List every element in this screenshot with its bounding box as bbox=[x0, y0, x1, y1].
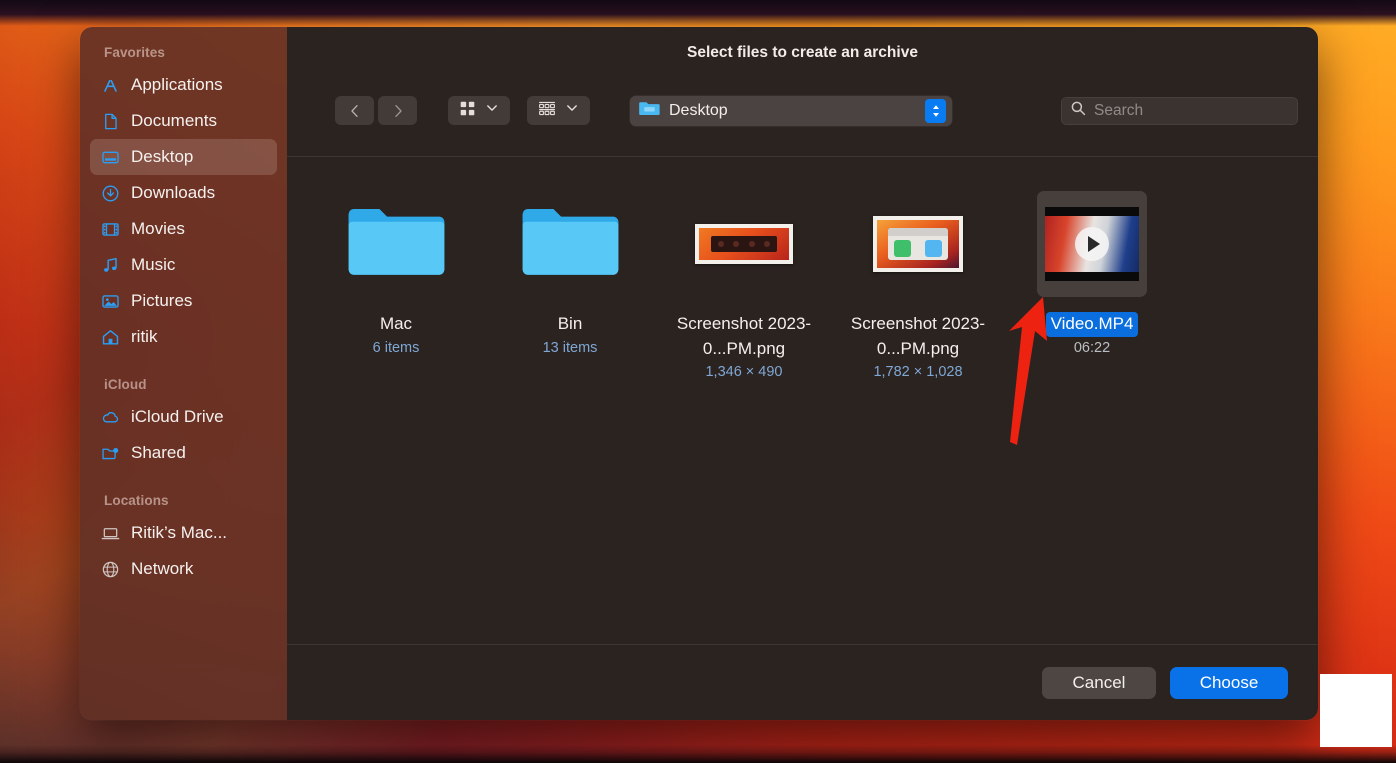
file-item-video[interactable]: Video.MP4 06:22 bbox=[1005, 185, 1179, 380]
file-thumbnail bbox=[657, 185, 831, 303]
document-icon bbox=[101, 112, 120, 131]
search-placeholder: Search bbox=[1094, 101, 1144, 119]
sidebar-item-music[interactable]: Music bbox=[90, 247, 277, 283]
view-options-button[interactable] bbox=[448, 96, 510, 125]
sidebar-item-label: Pictures bbox=[131, 291, 193, 310]
file-grid: Mac 6 items Bin 13 items Screenshot 2023… bbox=[287, 185, 1318, 380]
file-thumbnail bbox=[831, 185, 1005, 303]
sidebar-item-documents[interactable]: Documents bbox=[90, 103, 277, 139]
chevron-left-icon bbox=[347, 103, 363, 119]
file-picker-dialog: Favorites Applications Documents Desktop… bbox=[80, 27, 1318, 720]
file-item-screenshot-1[interactable]: Screenshot 2023-0...PM.png 1,346 × 490 bbox=[657, 185, 831, 380]
group-by-icon bbox=[538, 100, 556, 122]
dialog-footer: Cancel Choose bbox=[287, 644, 1318, 720]
folder-icon bbox=[348, 208, 444, 275]
chevron-down-icon bbox=[565, 101, 579, 120]
shared-folder-icon bbox=[101, 444, 120, 463]
cloud-icon bbox=[101, 408, 120, 427]
file-thumbnail bbox=[1005, 185, 1179, 303]
sidebar-section-locations: Locations bbox=[104, 493, 169, 508]
file-meta: 1,782 × 1,028 bbox=[873, 364, 963, 381]
sidebar-item-downloads[interactable]: Downloads bbox=[90, 175, 277, 211]
search-icon bbox=[1070, 100, 1086, 121]
sidebar-item-network[interactable]: Network bbox=[90, 551, 277, 587]
sidebar-item-ritiks-mac[interactable]: Ritik’s Mac... bbox=[90, 515, 277, 551]
file-meta: 13 items bbox=[542, 339, 598, 356]
grid-view-icon bbox=[459, 100, 476, 122]
sidebar-item-desktop[interactable]: Desktop bbox=[90, 139, 277, 175]
chevron-right-icon bbox=[390, 103, 406, 119]
sidebar-item-label: Downloads bbox=[131, 183, 216, 202]
file-item-mac[interactable]: Mac 6 items bbox=[309, 185, 483, 380]
file-meta: 6 items bbox=[372, 339, 420, 356]
sidebar-item-label: Network bbox=[131, 559, 194, 578]
file-meta: 1,346 × 490 bbox=[705, 364, 783, 381]
sidebar-item-applications[interactable]: Applications bbox=[90, 67, 277, 103]
file-name: Mac bbox=[379, 314, 413, 333]
sidebar-item-shared[interactable]: Shared bbox=[90, 435, 277, 471]
dialog-title: Select files to create an archive bbox=[687, 44, 918, 61]
sidebar-item-ritik-home[interactable]: ritik bbox=[90, 319, 277, 355]
search-field[interactable]: Search bbox=[1061, 96, 1298, 125]
sidebar-item-label: Documents bbox=[131, 111, 217, 130]
chevron-down-icon bbox=[485, 101, 499, 120]
path-popup-label: Desktop bbox=[669, 101, 728, 119]
file-list-pane: Mac 6 items Bin 13 items Screenshot 2023… bbox=[287, 157, 1318, 644]
image-thumbnail bbox=[873, 216, 963, 272]
sidebar-item-label: Movies bbox=[131, 219, 185, 238]
screen-bottom-shade bbox=[0, 745, 1396, 763]
sidebar-item-label: Music bbox=[131, 255, 176, 274]
file-thumbnail bbox=[483, 185, 657, 303]
sidebar-item-label: Applications bbox=[131, 75, 223, 94]
file-thumbnail bbox=[309, 185, 483, 303]
sidebar-section-favorites: Favorites bbox=[104, 45, 165, 60]
sidebar: Favorites Applications Documents Desktop… bbox=[80, 27, 287, 720]
toolbar: Desktop Search bbox=[287, 79, 1318, 157]
sidebar-item-label: Desktop bbox=[131, 147, 194, 166]
folder-icon bbox=[522, 208, 618, 275]
movies-icon bbox=[101, 220, 120, 239]
file-meta: 06:22 bbox=[1073, 339, 1111, 356]
sidebar-section-icloud: iCloud bbox=[104, 377, 147, 392]
sidebar-item-label: Shared bbox=[131, 443, 186, 462]
home-icon bbox=[101, 328, 120, 347]
file-name: Screenshot 2023-0...PM.png bbox=[850, 314, 986, 358]
pictures-icon bbox=[101, 292, 120, 311]
choose-button[interactable]: Choose bbox=[1170, 666, 1288, 699]
file-item-bin[interactable]: Bin 13 items bbox=[483, 185, 657, 380]
applications-icon bbox=[101, 76, 120, 95]
forward-button[interactable] bbox=[378, 96, 417, 125]
sidebar-item-pictures[interactable]: Pictures bbox=[90, 283, 277, 319]
sidebar-item-movies[interactable]: Movies bbox=[90, 211, 277, 247]
sidebar-item-icloud-drive[interactable]: iCloud Drive bbox=[90, 399, 277, 435]
sidebar-item-label: ritik bbox=[131, 327, 158, 346]
desktop-icon bbox=[101, 148, 120, 167]
cancel-button[interactable]: Cancel bbox=[1042, 666, 1156, 699]
music-icon bbox=[101, 256, 120, 275]
screen-corner-overlay bbox=[1320, 674, 1392, 747]
globe-icon bbox=[101, 560, 120, 579]
video-thumbnail bbox=[1037, 191, 1147, 297]
file-name: Screenshot 2023-0...PM.png bbox=[676, 314, 812, 358]
group-by-button[interactable] bbox=[527, 96, 590, 125]
sidebar-item-label: Ritik’s Mac... bbox=[131, 523, 228, 542]
up-down-stepper-icon bbox=[925, 98, 946, 123]
folder-icon bbox=[639, 99, 660, 122]
dialog-content: Select files to create an archive Deskto… bbox=[287, 27, 1318, 720]
back-button[interactable] bbox=[335, 96, 374, 125]
navigation-buttons bbox=[335, 96, 417, 125]
file-name: Video.MP4 bbox=[1045, 312, 1139, 337]
play-icon bbox=[1075, 227, 1109, 261]
file-item-screenshot-2[interactable]: Screenshot 2023-0...PM.png 1,782 × 1,028 bbox=[831, 185, 1005, 380]
laptop-icon bbox=[101, 524, 120, 543]
sidebar-item-label: iCloud Drive bbox=[131, 407, 224, 426]
image-thumbnail bbox=[695, 224, 793, 264]
screen-top-shade bbox=[0, 0, 1396, 26]
file-name: Bin bbox=[557, 314, 583, 333]
download-icon bbox=[101, 184, 120, 203]
path-popup-button[interactable]: Desktop bbox=[630, 95, 952, 126]
